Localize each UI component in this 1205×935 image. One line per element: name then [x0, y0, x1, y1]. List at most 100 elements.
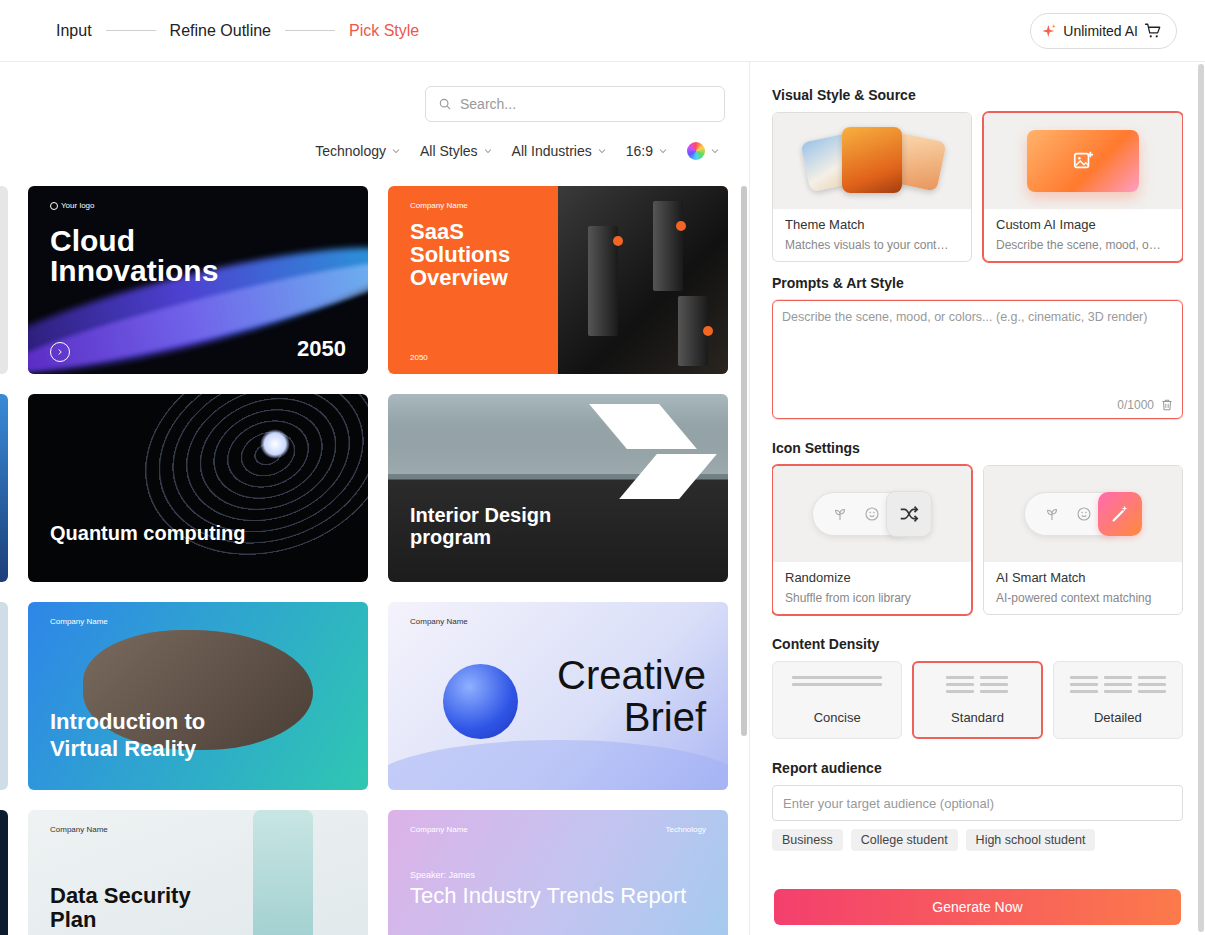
filter-dropdown[interactable]: 16:9 [626, 143, 669, 159]
option-text: Custom AI Image Describe the scene, mood… [984, 209, 1182, 261]
section-title: Prompts & Art Style [772, 274, 1183, 292]
density-label: Standard [951, 710, 1004, 725]
character-counter: 0/1000 [1117, 398, 1154, 412]
photo-stack-icon [797, 121, 947, 201]
audience-chip[interactable]: High school student [966, 829, 1096, 851]
plant-icon [831, 505, 849, 523]
text-lines-icon [946, 676, 1008, 698]
template-title: Quantum computing [50, 522, 346, 544]
template-tag: Company Name [410, 201, 468, 210]
template-title: Cloud Innovations [50, 226, 250, 286]
filter-dropdown[interactable]: All Industries [512, 143, 608, 159]
visual-style-options: Theme Match Matches visuals to your cont… [772, 112, 1183, 262]
step[interactable]: Input [56, 22, 92, 40]
template-scroll-area: Technology All Styles All Industries 16:… [0, 62, 741, 935]
template-artwork [28, 602, 368, 790]
template-card[interactable]: Company Name Creative Brief [388, 602, 728, 790]
audience-chip[interactable]: Business [772, 829, 843, 851]
scrollbar[interactable] [741, 62, 749, 935]
step[interactable]: Pick Style [349, 22, 419, 40]
sparkle-icon [1041, 23, 1057, 39]
scrollbar[interactable] [1198, 62, 1205, 935]
template-header: Company Name [410, 198, 706, 210]
density-option[interactable]: Concise [772, 661, 902, 739]
icon-settings-options: Randomize Shuffle from icon library AI S… [772, 465, 1183, 615]
option-text: Theme Match Matches visuals to your cont… [773, 209, 971, 261]
option-description: Shuffle from icon library [785, 590, 959, 606]
template-artwork [28, 394, 368, 582]
template-card[interactable]: Company Name SaaS Solutions Overview 205… [388, 186, 728, 374]
step[interactable]: Refine Outline [170, 22, 271, 40]
template-body: Cloud Innovations [50, 210, 346, 336]
prompt-footer: 0/1000 [782, 398, 1174, 412]
magic-wand-icon [1098, 492, 1142, 536]
audience-input[interactable] [772, 785, 1183, 821]
template-body: Creative Brief [410, 626, 706, 766]
template-card-edge[interactable] [0, 394, 8, 582]
option-illustration [984, 113, 1182, 209]
template-card-edge[interactable] [0, 602, 8, 790]
template-card-edge[interactable] [0, 810, 8, 935]
template-tag: Company Name [50, 825, 108, 834]
unlimited-ai-button[interactable]: Unlimited AI [1030, 13, 1177, 49]
smiley-icon [863, 505, 881, 523]
audience-chip[interactable]: College student [851, 829, 958, 851]
template-card[interactable]: Company Name Data Security Plan [28, 810, 368, 935]
filter-dropdown[interactable]: All Styles [420, 143, 494, 159]
prompt-input[interactable] [782, 309, 1174, 398]
template-header [50, 406, 346, 418]
shuffle-icon [886, 491, 932, 537]
option-title: Theme Match [785, 217, 959, 233]
generate-footer: Generate Now [772, 877, 1183, 935]
template-footer: 2050 [410, 350, 706, 362]
template-footer: 2050 [50, 336, 346, 362]
template-footer [410, 766, 706, 778]
template-title: Interior Design program [410, 504, 580, 548]
template-body: Introduction to Virtual Reality [50, 626, 250, 766]
cart-icon [1144, 22, 1162, 40]
top-bar: Input Refine Outline Pick Style Unlimite… [0, 0, 1205, 62]
visual-style-option[interactable]: Theme Match Matches visuals to your cont… [772, 112, 972, 262]
template-header: Company Name [50, 614, 346, 626]
icon-setting-option[interactable]: Randomize Shuffle from icon library [772, 465, 972, 615]
option-text: AI Smart Match AI-powered context matchi… [984, 562, 1182, 614]
visual-style-option[interactable]: Custom AI Image Describe the scene, mood… [983, 112, 1183, 262]
scrollbar-thumb[interactable] [741, 186, 747, 736]
section-title: Icon Settings [772, 439, 1183, 457]
template-grid: Your logo Cloud Innovations 2050 Company… [0, 186, 725, 935]
search-input[interactable] [458, 95, 712, 113]
icon-setting-option[interactable]: AI Smart Match AI-powered context matchi… [983, 465, 1183, 615]
template-card[interactable]: Your logo Cloud Innovations 2050 [28, 186, 368, 374]
template-artwork [388, 394, 728, 582]
template-header: Company Name Technology [410, 822, 706, 834]
density-option[interactable]: Detailed [1053, 661, 1183, 739]
content-density-options: Concise Standard Detailed [772, 661, 1183, 739]
color-filter-dropdown[interactable] [687, 142, 721, 160]
template-card[interactable]: Company Name Introduction to Virtual Rea… [28, 602, 368, 790]
color-wheel-icon [687, 142, 705, 160]
option-description: AI-powered context matching [996, 590, 1170, 606]
template-card[interactable]: Company Name Technology Speaker: James T… [388, 810, 728, 935]
main-area: Technology All Styles All Industries 16:… [0, 62, 1205, 935]
template-tag: 2050 [410, 353, 428, 362]
trash-icon[interactable] [1160, 398, 1174, 412]
template-tag: Company Name [410, 825, 468, 834]
option-illustration [773, 466, 971, 562]
step-connector [285, 30, 335, 31]
template-card[interactable]: Quantum computing [28, 394, 368, 582]
template-card[interactable]: Interior Design program [388, 394, 728, 582]
template-card-edge[interactable] [0, 186, 8, 374]
option-title: AI Smart Match [996, 570, 1170, 586]
search-box[interactable] [425, 86, 725, 122]
template-tag: Technology [666, 825, 706, 834]
filter-dropdown[interactable]: Technology [315, 143, 402, 159]
template-tag: Company Name [50, 617, 108, 626]
option-illustration [773, 113, 971, 209]
settings-scroll-area: Visual Style & Source Theme Match Matche… [772, 62, 1183, 877]
scrollbar-thumb[interactable] [1198, 64, 1204, 932]
prompt-box[interactable]: 0/1000 [772, 300, 1183, 419]
chevron-down-icon [657, 145, 669, 157]
generate-button[interactable]: Generate Now [774, 889, 1181, 925]
density-option[interactable]: Standard [912, 661, 1042, 739]
option-description: Describe the scene, mood, o… [996, 237, 1170, 253]
